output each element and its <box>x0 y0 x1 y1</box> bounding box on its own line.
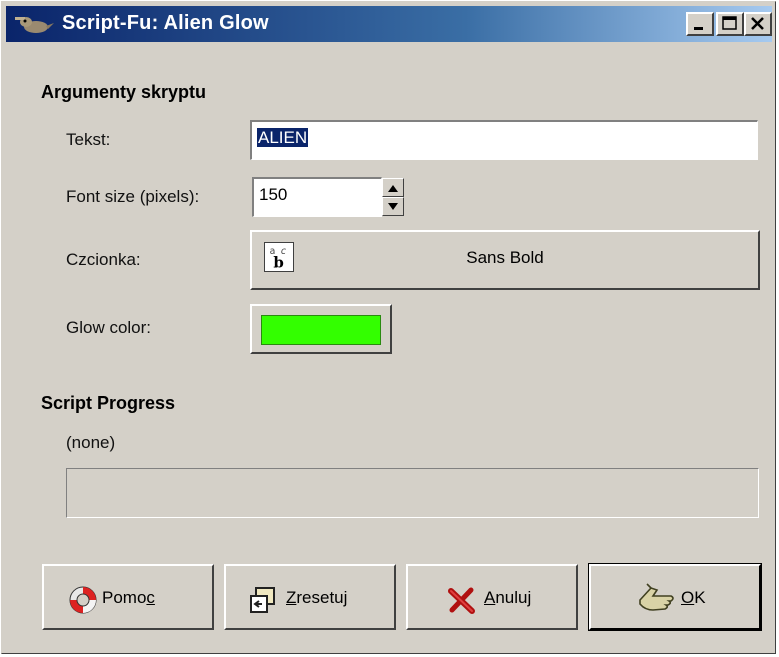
dialog-window: Script-Fu: Alien Glow Argumenty skryptu … <box>1 1 776 654</box>
help-label: Pomoc <box>102 588 155 607</box>
glow-color-label: Glow color: <box>66 318 152 337</box>
progress-bar <box>66 468 759 518</box>
reset-label: Zresetuj <box>286 588 348 607</box>
help-button[interactable]: Pomoc <box>42 564 214 630</box>
ok-button[interactable]: OK <box>588 563 762 631</box>
spin-down-button[interactable] <box>382 197 404 216</box>
arrow-up-icon <box>388 185 398 192</box>
minimize-icon <box>694 27 703 30</box>
cancel-x-icon <box>448 587 475 614</box>
ok-hand-icon <box>639 583 674 611</box>
close-icon <box>751 17 764 30</box>
arrow-down-icon <box>388 203 398 210</box>
glow-color-swatch <box>261 315 381 345</box>
text-input-value: ALIEN <box>257 128 309 147</box>
reset-button[interactable]: Zresetuj <box>224 564 396 630</box>
maximize-icon <box>722 16 737 30</box>
maximize-button[interactable] <box>716 12 744 36</box>
glow-color-button[interactable] <box>250 304 392 354</box>
gimp-wilber-icon <box>15 17 54 33</box>
text-label: Tekst: <box>66 130 111 149</box>
font-name: Sans Bold <box>466 248 544 267</box>
close-button[interactable] <box>744 12 772 36</box>
font-select-button[interactable]: a c b Sans Bold <box>250 230 760 290</box>
font-size-value: 150 <box>259 185 288 204</box>
reset-icon <box>250 587 275 613</box>
font-size-spinner <box>382 178 404 216</box>
title-bar[interactable]: Script-Fu: Alien Glow <box>6 6 772 42</box>
arguments-heading: Argumenty skryptu <box>41 82 207 102</box>
cancel-label: Anuluj <box>484 588 532 607</box>
minimize-button[interactable] <box>686 12 714 36</box>
spin-up-button[interactable] <box>382 178 404 197</box>
window-title: Script-Fu: Alien Glow <box>62 12 269 34</box>
font-size-label: Font size (pixels): <box>66 187 200 206</box>
ok-label: OK <box>681 588 706 607</box>
progress-heading: Script Progress <box>41 393 176 413</box>
progress-status: (none) <box>66 433 116 452</box>
text-input[interactable]: ALIEN <box>250 120 758 160</box>
font-size-input[interactable]: 150 <box>252 177 382 217</box>
font-label: Czcionka: <box>66 250 141 269</box>
lifebuoy-icon <box>69 586 97 614</box>
cancel-button[interactable]: Anuluj <box>406 564 578 630</box>
